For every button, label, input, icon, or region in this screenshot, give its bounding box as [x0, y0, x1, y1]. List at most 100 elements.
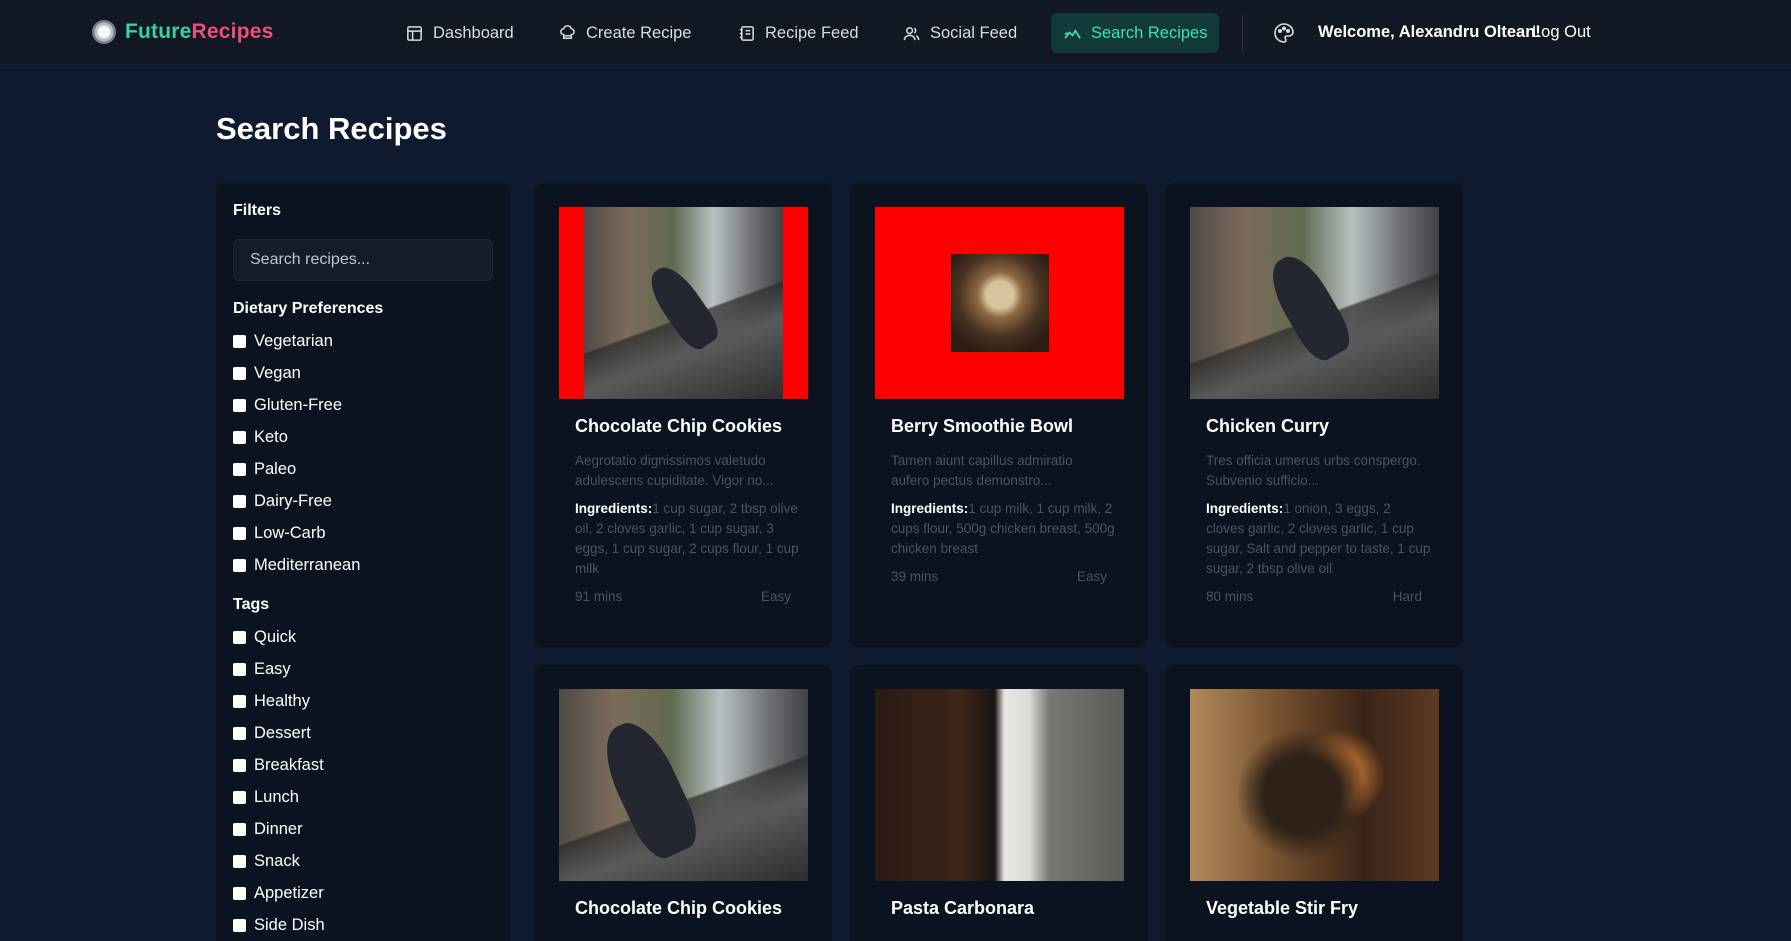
nav-recipe-feed[interactable]: Recipe Feed — [725, 13, 871, 53]
nav-dashboard[interactable]: Dashboard — [393, 13, 526, 53]
recipe-title[interactable]: Berry Smoothie Bowl — [891, 416, 1073, 437]
users-icon — [903, 26, 920, 40]
checkbox-vegan[interactable]: Vegan — [233, 364, 301, 383]
checkbox[interactable] — [233, 399, 246, 412]
brand-logo-link[interactable]: FutureRecipes — [92, 20, 273, 44]
ingredients-label: Ingredients: — [1206, 501, 1284, 516]
recipe-title[interactable]: Chicken Curry — [1206, 416, 1329, 437]
checkbox-quick[interactable]: Quick — [233, 628, 296, 647]
recipe-time: 80 mins — [1206, 589, 1254, 604]
checkbox[interactable] — [233, 919, 246, 932]
recipe-title[interactable]: Chocolate Chip Cookies — [575, 416, 782, 437]
search-input[interactable] — [233, 239, 493, 281]
checkbox-dinner[interactable]: Dinner — [233, 820, 303, 839]
checkbox-lunch[interactable]: Lunch — [233, 788, 299, 807]
checkbox[interactable] — [233, 823, 246, 836]
checkbox-healthy[interactable]: Healthy — [233, 692, 310, 711]
checkbox[interactable] — [233, 631, 246, 644]
recipe-card[interactable]: Berry Smoothie Bowl Tamen aiunt capillus… — [850, 183, 1148, 647]
checkbox[interactable] — [233, 855, 246, 868]
welcome-text: Welcome, Alexandru Oltean! — [1318, 23, 1541, 41]
recipe-image — [1190, 207, 1439, 399]
recipe-description: Aegrotatio dignissimos valetudo adulesce… — [575, 453, 774, 488]
notebook-icon — [739, 25, 754, 41]
recipe-difficulty: Easy — [1076, 569, 1107, 584]
checkbox[interactable] — [233, 495, 246, 508]
recipe-card[interactable]: Vegetable Stir Fry — [1165, 665, 1463, 941]
nav-social-feed[interactable]: Social Feed — [890, 13, 1029, 53]
plate-icon — [92, 20, 116, 44]
recipe-card[interactable]: Chocolate Chip Cookies Aegrotatio dignis… — [534, 183, 832, 647]
checkbox-label: Vegetarian — [254, 332, 333, 350]
nav-label: Recipe Feed — [765, 23, 859, 42]
checkbox-dessert[interactable]: Dessert — [233, 724, 311, 743]
checkbox-breakfast[interactable]: Breakfast — [233, 756, 324, 775]
recipe-ingredients: Ingredients:1 cup milk, 1 cup milk, 2 cu… — [891, 499, 1116, 559]
checkbox[interactable] — [233, 367, 246, 380]
checkbox-label: Mediterranean — [254, 556, 361, 574]
checkbox-snack[interactable]: Snack — [233, 852, 300, 871]
checkbox[interactable] — [233, 527, 246, 540]
filters-panel: Filters Dietary Preferences Vegetarian V… — [216, 183, 510, 941]
checkbox[interactable] — [233, 727, 246, 740]
checkbox[interactable] — [233, 759, 246, 772]
checkbox-label: Breakfast — [254, 756, 324, 774]
checkbox-easy[interactable]: Easy — [233, 660, 291, 679]
checkbox-low-carb[interactable]: Low-Carb — [233, 524, 326, 543]
nav-create-recipe[interactable]: Create Recipe — [546, 13, 703, 53]
checkbox-label: Keto — [254, 428, 288, 446]
checkbox-label: Paleo — [254, 460, 297, 478]
checkbox-gluten-free[interactable]: Gluten-Free — [233, 396, 342, 415]
checkbox-label: Lunch — [254, 788, 299, 806]
checkbox-mediterranean[interactable]: Mediterranean — [233, 556, 360, 575]
recipe-title[interactable]: Chocolate Chip Cookies — [575, 898, 782, 919]
recipe-card[interactable]: Chicken Curry Tres officia umerus urbs c… — [1165, 183, 1463, 647]
recipe-image — [875, 207, 1124, 399]
brand-name: FutureRecipes — [125, 20, 274, 43]
recipe-image — [875, 689, 1124, 881]
checkbox[interactable] — [233, 791, 246, 804]
checkbox-label: Dinner — [254, 820, 303, 838]
checkbox[interactable] — [233, 695, 246, 708]
page-title: Search Recipes — [216, 111, 447, 146]
logout-button[interactable]: Log Out — [1532, 23, 1591, 42]
palette-icon[interactable] — [1273, 22, 1295, 44]
checkbox-dairy-free[interactable]: Dairy-Free — [233, 492, 332, 511]
nav-label: Dashboard — [433, 23, 514, 42]
recipe-title[interactable]: Pasta Carbonara — [891, 898, 1034, 919]
recipe-card[interactable]: Pasta Carbonara — [850, 665, 1148, 941]
recipe-ingredients: Ingredients:1 onion, 3 eggs, 2 cloves ga… — [1206, 499, 1431, 579]
checkbox-keto[interactable]: Keto — [233, 428, 288, 447]
checkbox-side-dish[interactable]: Side Dish — [233, 916, 325, 935]
recipe-title[interactable]: Vegetable Stir Fry — [1206, 898, 1358, 919]
recipe-difficulty: Hard — [1392, 589, 1422, 604]
nav-label: Search Recipes — [1091, 23, 1208, 42]
checkbox-label: Healthy — [254, 692, 310, 710]
checkbox-paleo[interactable]: Paleo — [233, 460, 296, 479]
recipe-image — [559, 689, 808, 881]
recipe-image — [1190, 689, 1439, 881]
checkbox-appetizer[interactable]: Appetizer — [233, 884, 324, 903]
checkbox[interactable] — [233, 887, 246, 900]
checkbox[interactable] — [233, 663, 246, 676]
nav-search-recipes[interactable]: Search Recipes — [1051, 13, 1220, 53]
dashboard-icon — [407, 25, 422, 41]
nav-label: Create Recipe — [586, 23, 692, 42]
recipe-time: 91 mins — [575, 589, 623, 604]
recipe-difficulty: Easy — [760, 589, 791, 604]
checkbox-label: Easy — [254, 660, 291, 678]
recipe-card[interactable]: Chocolate Chip Cookies — [534, 665, 832, 941]
nav-divider — [1242, 15, 1243, 51]
filters-title: Filters — [233, 202, 282, 219]
checkbox[interactable] — [233, 463, 246, 476]
recipe-description: Tres officia umerus urbs conspergo. Subv… — [1206, 453, 1421, 488]
checkbox[interactable] — [233, 335, 246, 348]
checkbox[interactable] — [233, 559, 246, 572]
chef-hat-icon — [560, 24, 575, 39]
checkbox[interactable] — [233, 431, 246, 444]
checkbox-label: Vegan — [254, 364, 301, 382]
search-trend-icon — [1064, 28, 1081, 39]
checkbox-label: Dessert — [254, 724, 311, 742]
checkbox-vegetarian[interactable]: Vegetarian — [233, 332, 333, 351]
ingredients-label: Ingredients: — [575, 501, 653, 516]
